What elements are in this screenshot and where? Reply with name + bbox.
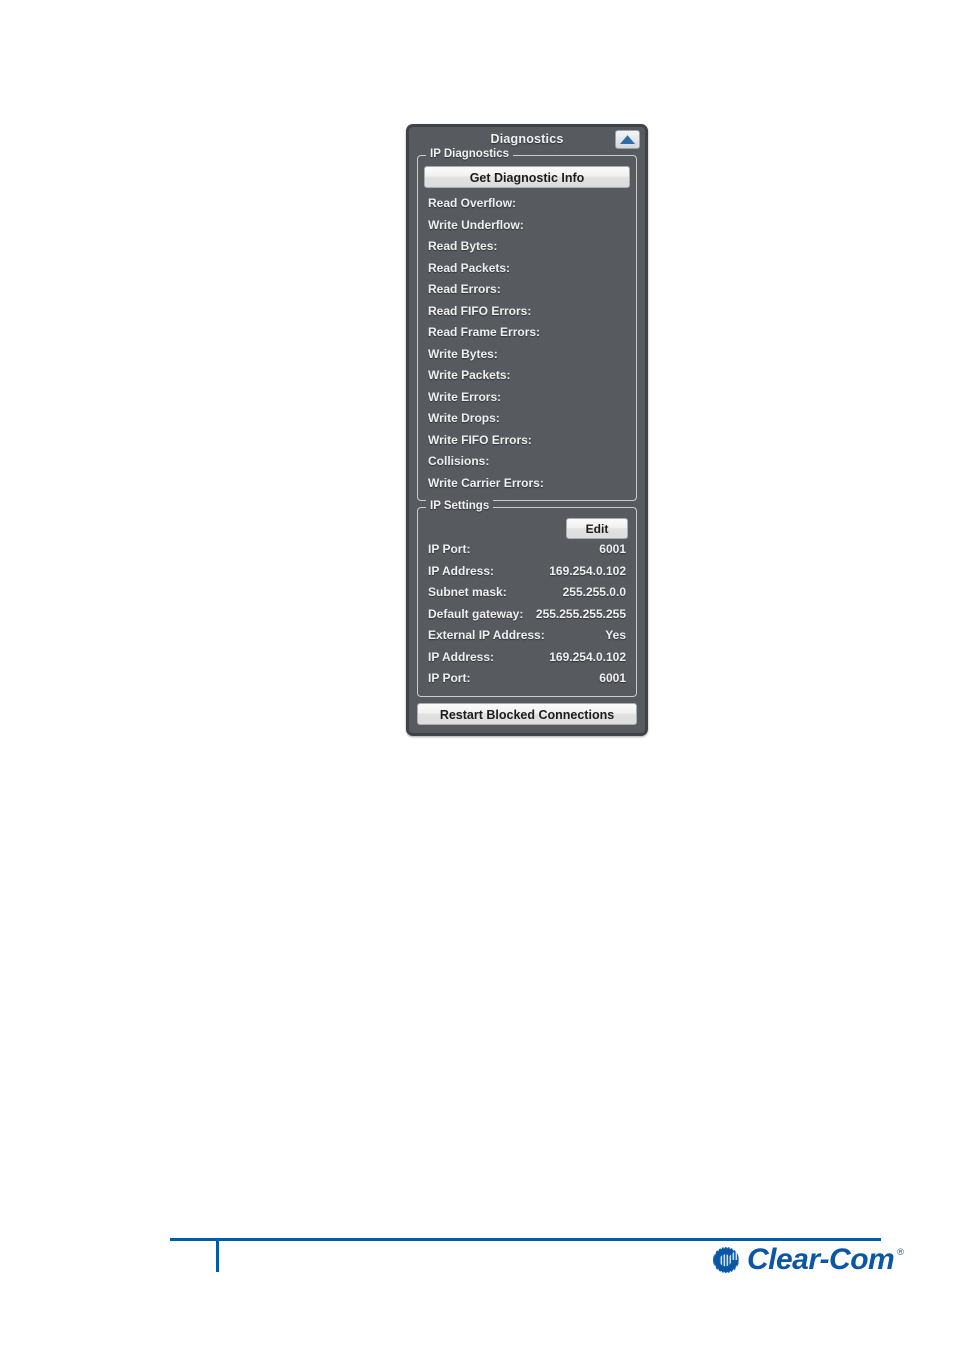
diagnostic-row: Read Frame Errors: — [428, 325, 541, 339]
diagnostic-row: Write Drops: — [428, 411, 500, 425]
ip-setting-row: IP Port: 6001 — [424, 668, 630, 690]
page-title: Diagnostics — [490, 132, 564, 146]
restart-blocked-connections-button[interactable]: Restart Blocked Connections — [417, 702, 637, 725]
ip-setting-label: External IP Address: — [428, 628, 545, 642]
ip-setting-row: External IP Address: Yes — [424, 625, 630, 647]
diagnostic-row: Read FIFO Errors: — [428, 303, 532, 318]
diagnostic-row: Read Packets: — [428, 260, 511, 275]
ip-setting-label: Subnet mask: — [428, 585, 507, 599]
ip-setting-label: IP Port: — [428, 671, 471, 685]
ip-setting-label: IP Address: — [428, 649, 495, 664]
ip-setting-row: IP Address: 169.254.0.102 — [424, 647, 630, 669]
clearcom-logo: Clear-Com ® — [711, 1241, 904, 1279]
ip-setting-row: IP Port: 6001 — [424, 539, 630, 561]
ip-settings-groupbox: IP Settings Edit IP Port: 6001 IP Address:… — [417, 500, 637, 697]
edit-button[interactable]: Edit — [566, 518, 628, 539]
ip-setting-row: Default gateway: 255.255.255.255 — [424, 604, 630, 626]
ip-setting-value: Yes — [605, 628, 626, 642]
footer-tick-mark — [216, 1240, 219, 1272]
ip-setting-label: IP Address: — [428, 563, 495, 578]
ip-setting-value: 6001 — [599, 671, 626, 685]
diagnostic-row: Collisions: — [428, 454, 490, 468]
ip-setting-row: IP Address: 169.254.0.102 — [424, 561, 630, 583]
diagnostic-row: Read Errors: — [428, 282, 501, 296]
ip-setting-value: 169.254.0.102 — [549, 563, 626, 578]
ip-setting-value: 6001 — [599, 542, 626, 556]
diagnostic-row: Read Overflow: — [428, 196, 517, 210]
diagnostic-row: Write Bytes: — [428, 346, 498, 361]
ip-setting-value: 255.255.255.255 — [535, 606, 626, 621]
clearcom-globe-icon — [713, 1247, 739, 1273]
diagnostics-panel: Diagnostics IP Diagnostics Get Diagnosti… — [406, 124, 648, 736]
diagnostic-row: Write Errors: — [428, 389, 502, 404]
clearcom-wordmark: Clear-Com — [747, 1243, 895, 1276]
ip-diagnostics-legend: IP Diagnostics — [426, 148, 514, 160]
diagnostic-row: Write Carrier Errors: — [428, 475, 544, 490]
ip-setting-label: IP Port: — [428, 542, 471, 556]
diagnostic-row: Write Underflow: — [428, 217, 524, 232]
diagnostic-row: Write FIFO Errors: — [428, 432, 532, 447]
ip-setting-label: Default gateway: — [428, 606, 524, 621]
diagnostic-row: Read Bytes: — [428, 239, 498, 253]
ip-diagnostics-list: Read Overflow: Write Underflow: Read Bytes… — [424, 193, 630, 494]
diagnostic-row: Write Packets: — [428, 368, 511, 382]
ip-setting-value: 169.254.0.102 — [549, 649, 626, 664]
ip-settings-legend: IP Settings — [426, 500, 494, 512]
ip-settings-list: IP Port: 6001 IP Address: 169.254.0.102 Subn… — [424, 539, 630, 690]
collapse-triangle-up-icon[interactable] — [615, 130, 640, 149]
ip-setting-row: Subnet mask: 255.255.0.0 — [424, 582, 630, 604]
ip-diagnostics-groupbox: IP Diagnostics Get Diagnostic Info Read … — [417, 148, 637, 501]
clearcom-trademark: ® — [897, 1247, 904, 1257]
get-diagnostic-info-button[interactable]: Get Diagnostic Info — [424, 166, 630, 188]
ip-setting-value: 255.255.0.0 — [562, 585, 626, 599]
